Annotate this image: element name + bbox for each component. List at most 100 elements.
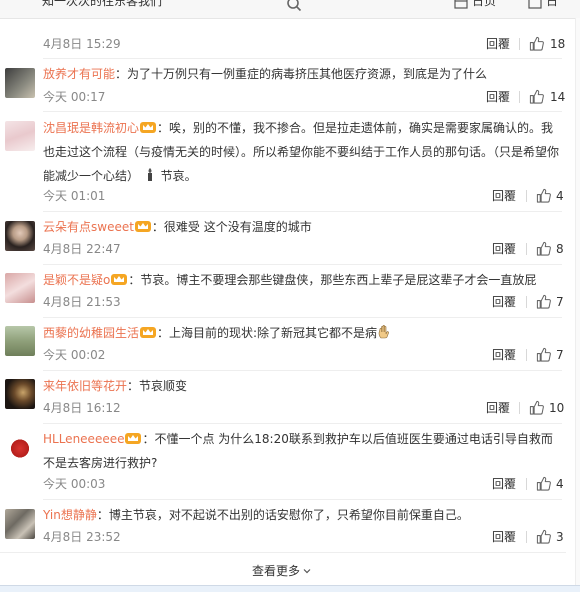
search-icon[interactable] [286, 0, 302, 12]
reply-button[interactable]: 回覆 [492, 476, 516, 492]
separator [526, 349, 527, 361]
reply-button[interactable]: 回覆 [492, 529, 516, 545]
comment-time: 4月8日 23:52 [43, 530, 121, 544]
separator [526, 478, 527, 490]
comment-body: ：很难受 这个没有温度的城市 [151, 220, 312, 234]
thumbs-up-icon[interactable] [536, 347, 551, 362]
reply-button[interactable]: 回覆 [486, 89, 510, 105]
comment-username[interactable]: 是颖不是疑o [43, 273, 110, 287]
divider [43, 264, 562, 265]
comment-text: 西藜的幼稚园生活 ：上海目前的现状:除了新冠其它都不是病 [43, 321, 563, 345]
view-more-label: 查看更多 [252, 564, 301, 578]
comment-username[interactable]: 来年依旧等花开 [43, 379, 127, 393]
reply-button[interactable]: 回覆 [492, 188, 516, 204]
page-icon[interactable] [454, 0, 468, 9]
comment-body-suffix: 节哀。 [160, 169, 197, 183]
crown-badge-icon [140, 122, 157, 133]
reply-button[interactable]: 回覆 [486, 400, 510, 416]
divider [43, 111, 562, 112]
reply-button[interactable]: 回覆 [492, 294, 516, 310]
avatar[interactable] [5, 432, 35, 462]
divider [0, 552, 566, 553]
top-label-1[interactable]: 日页 [472, 0, 496, 9]
divider [43, 499, 562, 500]
thumbs-up-icon[interactable] [529, 36, 544, 51]
like-count: 4 [556, 189, 564, 203]
comment-time: 今天 00:02 [43, 348, 106, 362]
scrollbar-track[interactable] [575, 18, 580, 585]
thumbs-up-icon[interactable] [536, 476, 551, 491]
crown-badge-icon [134, 221, 151, 232]
separator [519, 91, 520, 103]
like-count: 14 [550, 90, 566, 104]
comment-text: 放养才有可能：为了十万例只有一例重症的病毒挤压其他医疗资源，到底是为了什么 [43, 62, 563, 86]
comment-time: 4月8日 15:29 [43, 37, 121, 51]
avatar[interactable] [5, 221, 35, 251]
comment-text: 沈昌珉是韩流初心 ：唉，别的不懂，我不掺合。但是拉走遗体前，确实是需要家属确认的。… [43, 116, 563, 188]
comment-text: HLLeneeeeee ：不懂一个点 为什么18:20联系到救护车以后值班医生要通… [43, 427, 563, 475]
like-count: 8 [556, 242, 564, 256]
avatar[interactable] [5, 273, 35, 303]
reply-button[interactable]: 回覆 [492, 241, 516, 257]
comment-body: ：节哀。博主不要理会那些键盘侠，那些东西上辈子是屁这辈子才会一直放屁 [128, 273, 537, 287]
avatar[interactable] [5, 379, 35, 409]
comment-username[interactable]: Yin想静静 [43, 508, 97, 522]
comment-username[interactable]: HLLeneeeeee [43, 432, 124, 446]
like-count: 4 [556, 477, 564, 491]
thumbs-up-icon[interactable] [529, 400, 544, 415]
comment-time: 4月8日 16:12 [43, 401, 121, 415]
thumbs-up-icon[interactable] [529, 89, 544, 104]
top-toolbar: 知一次次的往东客我们 日页 日 [0, 0, 580, 19]
comment-body: ：博主节哀，对不起说不出别的话安慰你了，只希望你目前保重自己。 [96, 508, 469, 522]
clipped-header-text: 知一次次的往东客我们 [42, 0, 163, 8]
divider [43, 370, 562, 371]
divider [43, 211, 562, 212]
comment-text: Yin想静静：博主节哀，对不起说不出别的话安慰你了，只希望你目前保重自己。 [43, 503, 563, 527]
like-count: 7 [556, 348, 564, 362]
crown-badge-icon [140, 327, 157, 338]
comment-time: 今天 00:03 [43, 477, 106, 491]
comment-username[interactable]: 西藜的幼稚园生活 [43, 326, 139, 340]
avatar[interactable] [5, 326, 35, 356]
like-count: 3 [556, 530, 564, 544]
avatar[interactable] [5, 509, 35, 539]
menu-icon[interactable] [528, 0, 542, 9]
separator [519, 38, 520, 50]
comment-body: ：上海目前的现状:除了新冠其它都不是病 [157, 326, 378, 340]
comment-username[interactable]: 放养才有可能 [43, 67, 115, 81]
divider [43, 58, 562, 59]
separator [526, 296, 527, 308]
hand-icon [378, 325, 389, 339]
thumbs-up-icon[interactable] [536, 294, 551, 309]
like-count: 7 [556, 295, 564, 309]
divider [43, 423, 562, 424]
separator [526, 531, 527, 543]
like-count: 10 [549, 401, 565, 415]
crown-badge-icon [111, 274, 128, 285]
comment-text: 是颖不是疑o ：节哀。博主不要理会那些键盘侠，那些东西上辈子是屁这辈子才会一直放屁 [43, 268, 563, 292]
comment-time: 4月8日 21:53 [43, 295, 121, 309]
candle-icon [147, 168, 152, 181]
comment-body: ：节哀顺变 [127, 379, 188, 393]
avatar[interactable] [5, 68, 35, 98]
like-count: 18 [550, 37, 566, 51]
comment-time: 今天 01:01 [43, 189, 106, 203]
comment-username[interactable]: 沈昌珉是韩流初心 [43, 121, 139, 135]
view-more-button[interactable]: 查看更多 [252, 562, 312, 579]
comment-text: 云朵有点sweeet ：很难受 这个没有温度的城市 [43, 215, 563, 239]
thumbs-up-icon[interactable] [536, 188, 551, 203]
thumbs-up-icon[interactable] [536, 241, 551, 256]
comment-time: 4月8日 22:47 [43, 242, 121, 256]
comment-text: 来年依旧等花开：节哀顺变 [43, 374, 563, 398]
reply-button[interactable]: 回覆 [492, 347, 516, 363]
avatar[interactable] [5, 121, 35, 151]
separator [526, 243, 527, 255]
crown-badge-icon [125, 433, 142, 444]
separator [526, 190, 527, 202]
comment-time: 今天 00:17 [43, 90, 106, 104]
divider [43, 317, 562, 318]
top-label-2[interactable]: 日 [546, 0, 558, 9]
reply-button[interactable]: 回覆 [486, 36, 510, 52]
thumbs-up-icon[interactable] [536, 529, 551, 544]
comment-username[interactable]: 云朵有点sweeet [43, 220, 134, 234]
